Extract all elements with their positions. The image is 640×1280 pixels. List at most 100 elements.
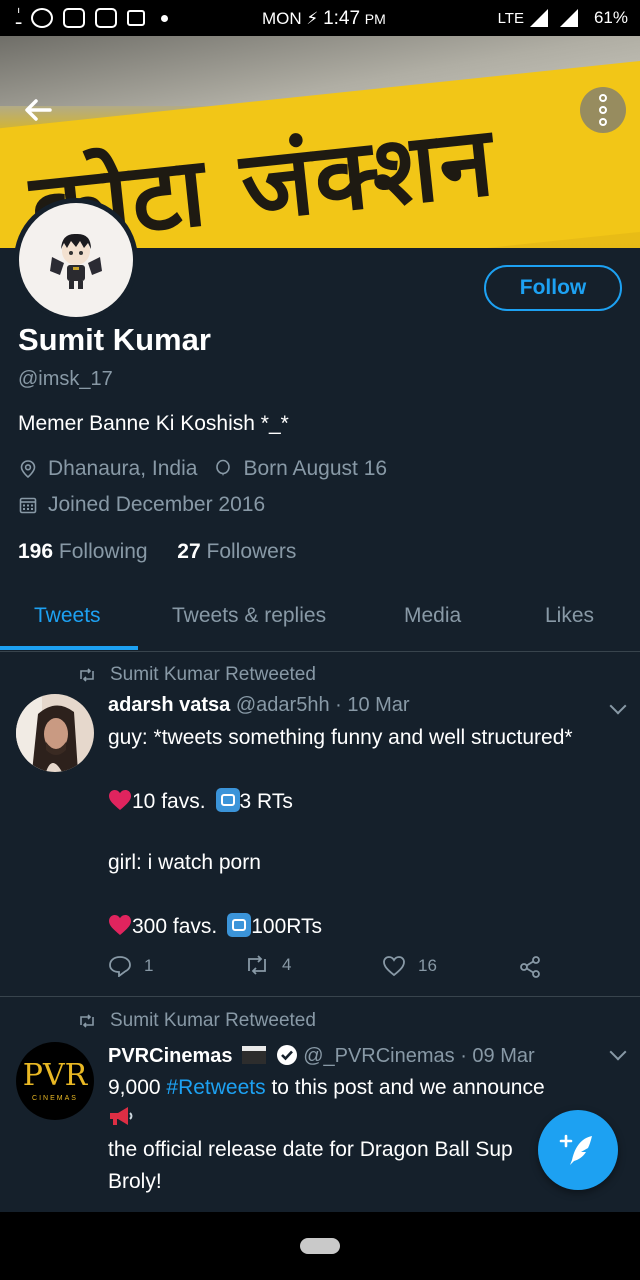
notification-icon: ـٰ: [16, 7, 22, 28]
compose-feather-icon: [559, 1134, 592, 1165]
tweet-author-name[interactable]: PVRCinemas: [108, 1045, 233, 1067]
profile-tabs: Tweets Tweets & replies Media Likes: [0, 592, 640, 652]
status-bar: ـٰ MON ⚡ 1:47 PM LTE 61%: [0, 0, 640, 36]
tweet-author-avatar[interactable]: [16, 694, 94, 772]
verified-badge-icon: [276, 1045, 297, 1065]
tweet-handle-date: @adar5hh · 10 Mar: [235, 694, 410, 716]
profile-avatar[interactable]: [14, 198, 138, 322]
profile-bio: Memer Banne Ki Koshish *_*: [18, 412, 289, 435]
tweet-header: PVRCinemas @_PVRCinemas · 09 Mar: [108, 1044, 535, 1068]
tweet-text-rts: 100RTs: [251, 915, 323, 938]
chevron-down-icon[interactable]: [609, 1043, 627, 1061]
following-link[interactable]: 196 Following: [18, 540, 148, 563]
tweet-text-favs: 300 favs.: [132, 915, 218, 938]
profile-meta-row: Dhanaura, India Born August 16: [18, 457, 387, 481]
app-icon: [63, 8, 86, 28]
day-label: MON: [262, 9, 302, 28]
like-button[interactable]: 16: [382, 955, 437, 977]
red-heart-emoji-icon: [109, 790, 131, 810]
time-label: 1:47: [323, 8, 361, 29]
retweet-context-label: Sumit Kumar Retweeted: [110, 664, 316, 685]
retweet-context-label: Sumit Kumar Retweeted: [110, 1010, 316, 1031]
profile-birthday: Born August 16: [243, 457, 388, 480]
followers-count: 27: [177, 540, 201, 563]
home-gesture-pill[interactable]: [300, 1238, 340, 1254]
tab-media[interactable]: Media: [404, 604, 461, 628]
pvr-logo-subtext: CINEMAS: [32, 1094, 78, 1102]
clock: MON ⚡ 1:47 PM: [262, 8, 386, 30]
share-button[interactable]: [518, 955, 542, 979]
tweet-text-line: guy: *tweets something funny and well st…: [108, 726, 573, 749]
network-label: LTE: [497, 9, 524, 27]
retweet-icon: [248, 955, 266, 975]
overflow-menu-icon[interactable]: [580, 87, 626, 133]
heart-outline-icon: [383, 956, 405, 977]
avatar-character-icon: [50, 233, 102, 289]
balloon-icon: [216, 459, 231, 476]
like-count: 16: [418, 956, 437, 975]
clapper-emoji-icon: [242, 1046, 267, 1064]
followers-link[interactable]: 27 Followers: [177, 540, 296, 563]
profile-name: Sumit Kumar: [18, 322, 211, 357]
followers-label: Followers: [206, 540, 297, 563]
tweet-text-favs: 10 favs.: [132, 790, 206, 813]
follow-button[interactable]: Follow: [484, 265, 622, 311]
pvr-logo-text: PVR: [22, 1057, 88, 1093]
charging-icon: ⚡: [306, 9, 319, 28]
signal-icon-2: [559, 9, 578, 27]
app-icon: [95, 8, 118, 28]
notification-icons: ـٰ: [0, 7, 169, 29]
following-count: 196: [18, 540, 54, 563]
profile-handle: @imsk_17: [18, 368, 113, 390]
reply-count: 1: [144, 956, 154, 975]
calendar-icon: [19, 497, 37, 514]
tab-tweets-replies[interactable]: Tweets & replies: [172, 604, 326, 628]
tweet-text-line: the official release date for Dragon Bal…: [108, 1138, 513, 1161]
tab-tweets[interactable]: Tweets: [34, 604, 101, 628]
retweet-button[interactable]: 4: [244, 955, 291, 975]
tweet-handle-date: @_PVRCinemas · 09 Mar: [303, 1045, 535, 1067]
follow-counts: 196 Following 27 Followers: [18, 540, 296, 564]
megaphone-emoji-icon: [108, 1104, 134, 1134]
profile-location: Dhanaura, India: [48, 457, 198, 480]
compose-tweet-button[interactable]: [538, 1110, 618, 1190]
tweet-text-segment: 9,000: [108, 1076, 167, 1099]
tweet-header: adarsh vatsa @adar5hh · 10 Mar: [108, 694, 410, 717]
reply-button[interactable]: 1: [108, 955, 153, 977]
tweet-author-avatar[interactable]: PVR CINEMAS: [16, 1042, 94, 1120]
retweet-context: Sumit Kumar Retweeted: [78, 1010, 316, 1032]
tab-likes[interactable]: Likes: [545, 604, 594, 628]
red-heart-emoji-icon: [109, 915, 131, 935]
battery-label: 61%: [593, 8, 628, 27]
profile-joined: Joined December 2016: [48, 493, 266, 516]
hashtag-link[interactable]: #Retweets: [166, 1076, 265, 1099]
tweet-text-line: Broly!: [108, 1170, 162, 1193]
following-label: Following: [58, 540, 148, 563]
repeat-emoji-icon: [227, 913, 252, 937]
system-navigation-bar: [0, 1212, 640, 1280]
tweet-text-line: girl: i watch porn: [108, 851, 261, 874]
signal-icon: [529, 9, 548, 27]
more-notifications-dot: [161, 14, 169, 22]
retweet-context: Sumit Kumar Retweeted: [78, 664, 316, 686]
active-tab-indicator: [0, 646, 138, 650]
share-icon: [520, 956, 540, 978]
tweet-text-rts: 3 RTs: [239, 790, 293, 813]
reply-icon: [109, 956, 131, 977]
chevron-down-icon[interactable]: [609, 697, 627, 715]
system-status: LTE 61%: [498, 8, 628, 28]
location-pin-icon: [20, 460, 36, 479]
tweet-author-name[interactable]: adarsh vatsa: [108, 694, 230, 716]
retweet-small-icon: [80, 668, 94, 682]
retweet-small-icon: [80, 1014, 94, 1028]
whatsapp-icon: [31, 8, 54, 28]
repeat-emoji-icon: [215, 788, 240, 812]
mail-icon: [127, 10, 146, 26]
tweet-text-line: 300 favs. 100RTs: [108, 913, 322, 939]
back-arrow-icon[interactable]: [22, 94, 62, 126]
profile-joined-row: Joined December 2016: [18, 493, 265, 517]
tweet-text-line: 10 favs. 3 RTs: [108, 788, 293, 814]
tweet-text-line: 9,000 #Retweets to this post and we anno…: [108, 1076, 545, 1100]
ampm-label: PM: [364, 11, 386, 27]
tweet-text-segment: to this post and we announce: [265, 1076, 545, 1099]
